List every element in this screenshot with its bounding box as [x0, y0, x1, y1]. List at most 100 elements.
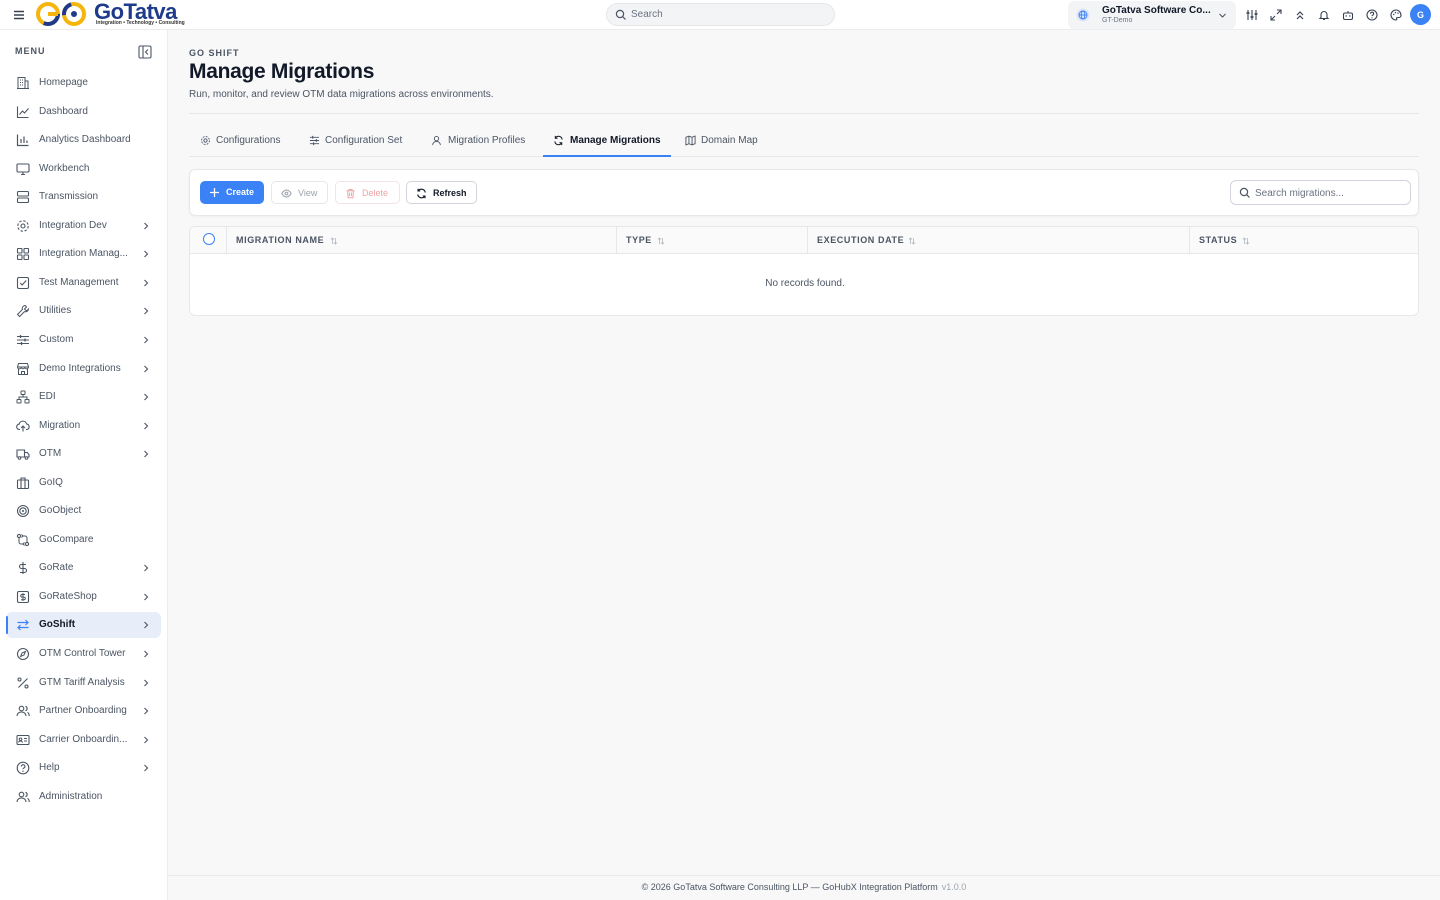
delete-button[interactable]: Delete [335, 181, 400, 204]
sidebar-item-goobject[interactable]: GoObject [6, 498, 161, 524]
column-status[interactable]: STATUS [1190, 227, 1418, 254]
help-circle-icon [16, 761, 30, 775]
view-label: View [298, 188, 318, 198]
sidebar-item-homepage[interactable]: Homepage [6, 70, 161, 96]
sidebar-item-gorate[interactable]: GoRate [6, 555, 161, 581]
avatar[interactable]: G [1410, 4, 1431, 25]
chevron-right-icon [144, 764, 149, 772]
global-search-input[interactable] [631, 7, 826, 22]
footer-version: v1.0.0 [941, 882, 967, 892]
sidebar-item-migration[interactable]: Migration [6, 413, 161, 439]
sidebar-item-otm-control-tower[interactable]: OTM Control Tower [6, 641, 161, 667]
sidebar-item-label: Utilities [39, 305, 72, 317]
search-icon [615, 9, 626, 20]
sidebar-item-goiq[interactable]: GoIQ [6, 470, 161, 496]
sidebar-item-custom[interactable]: Custom [6, 327, 161, 353]
bot-icon[interactable] [1342, 9, 1354, 21]
chevron-right-icon [144, 250, 149, 258]
hamburger-menu-icon[interactable] [13, 9, 25, 21]
target-icon [16, 505, 30, 518]
select-all-checkbox[interactable] [203, 233, 215, 245]
sort-icon [1242, 237, 1250, 245]
column-type[interactable]: TYPE [617, 227, 808, 254]
tab-migration-profiles[interactable]: Migration Profiles [421, 126, 543, 156]
chevron-right-icon [144, 222, 149, 230]
bar-chart-icon [16, 134, 29, 147]
sidebar-item-integration-dev[interactable]: Integration Dev [6, 213, 161, 239]
chevrons-up-icon[interactable] [1294, 9, 1306, 21]
chart-line-icon [16, 106, 29, 118]
arrows-swap-icon [17, 620, 29, 631]
sidebar-item-carrier-onboardin[interactable]: Carrier Onboardin... [6, 727, 161, 753]
sidebar-item-label: Custom [39, 333, 74, 345]
sidebar-item-otm[interactable]: OTM [6, 441, 161, 467]
empty-state-message: No records found. [765, 278, 845, 289]
column-label: EXECUTION DATE [817, 235, 905, 245]
sidebar-item-goshift[interactable]: GoShift [6, 612, 161, 639]
gear-icon [201, 136, 210, 145]
tab-configuration-set[interactable]: Configuration Set [297, 126, 421, 156]
page-subtitle: Run, monitor, and review OTM data migrat… [189, 89, 494, 100]
sidebar-item-gocompare[interactable]: GoCompare [6, 527, 161, 553]
help-circle-icon[interactable] [1366, 9, 1378, 21]
tab-domain-map[interactable]: Domain Map [671, 126, 767, 156]
chevron-right-icon [144, 365, 149, 372]
sidebar-item-dashboard[interactable]: Dashboard [6, 99, 161, 125]
gear-icon [17, 220, 29, 232]
sidebar-item-workbench[interactable]: Workbench [6, 156, 161, 182]
view-button[interactable]: View [271, 181, 328, 204]
sliders-icon[interactable] [1246, 9, 1258, 21]
palette-icon[interactable] [1390, 9, 1402, 21]
sidebar-item-label: Carrier Onboardin... [39, 733, 128, 745]
tab-label: Domain Map [701, 135, 758, 146]
sidebar-item-test-management[interactable]: Test Management [6, 270, 161, 296]
delete-label: Delete [362, 188, 389, 198]
sidebar-item-gtm-tariff-analysis[interactable]: GTM Tariff Analysis [6, 670, 161, 696]
sidebar-item-demo-integrations[interactable]: Demo Integrations [6, 356, 161, 382]
truck-icon [16, 449, 30, 460]
create-button[interactable]: Create [200, 181, 264, 204]
chevron-right-icon [144, 336, 149, 344]
sidebar-item-edi[interactable]: EDI [6, 384, 161, 410]
tab-manage-migrations[interactable]: Manage Migrations [543, 126, 671, 157]
sidebar-item-analytics-dashboard[interactable]: Analytics Dashboard [6, 127, 161, 153]
page-title: Manage Migrations [189, 60, 375, 83]
sidebar-item-gorateshop[interactable]: GoRateShop [6, 584, 161, 610]
sidebar-item-label: Analytics Dashboard [39, 134, 131, 146]
chevron-right-icon [144, 308, 149, 315]
select-all-cell [190, 227, 227, 254]
sidebar-item-integration-manag[interactable]: Integration Manag... [6, 241, 161, 267]
refresh-button[interactable]: Refresh [406, 181, 477, 204]
store-icon [16, 362, 30, 375]
sidebar-item-label: Administration [39, 790, 103, 802]
footer-text: © 2026 GoTatva Software Consulting LLP —… [641, 882, 938, 892]
org-switcher[interactable]: GoTatva Software Co... GT-Demo [1068, 1, 1236, 29]
collapse-sidebar-icon[interactable] [138, 45, 152, 59]
global-search[interactable] [606, 3, 835, 26]
monitor-icon [16, 163, 30, 175]
sidebar-item-help[interactable]: Help [6, 755, 161, 781]
sort-icon [908, 237, 916, 245]
column-migration-name[interactable]: MIGRATION NAME [227, 227, 617, 254]
sidebar-item-transmission[interactable]: Transmission [6, 184, 161, 210]
sidebar-item-utilities[interactable]: Utilities [6, 298, 161, 324]
sidebar-item-administration[interactable]: Administration [6, 784, 161, 810]
sort-icon [330, 237, 338, 245]
expand-icon[interactable] [1270, 9, 1282, 21]
sort-icon [657, 237, 665, 245]
tab-bar: Configurations Configuration Set Migrati… [189, 126, 1419, 157]
map-icon [685, 135, 696, 146]
sidebar-item-partner-onboarding[interactable]: Partner Onboarding [6, 698, 161, 724]
refresh-label: Refresh [433, 188, 467, 198]
chevron-right-icon [144, 393, 149, 401]
tab-configurations[interactable]: Configurations [189, 126, 297, 156]
trash-icon [346, 189, 355, 199]
globe-icon [1076, 8, 1090, 22]
migration-search-input[interactable] [1255, 186, 1405, 200]
bell-icon[interactable] [1318, 9, 1330, 21]
sidebar-item-label: Test Management [39, 276, 119, 288]
migration-search[interactable] [1230, 180, 1411, 205]
column-execution-date[interactable]: EXECUTION DATE [808, 227, 1190, 254]
sidebar-item-label: GoIQ [39, 476, 63, 488]
chevron-right-icon [144, 622, 149, 629]
